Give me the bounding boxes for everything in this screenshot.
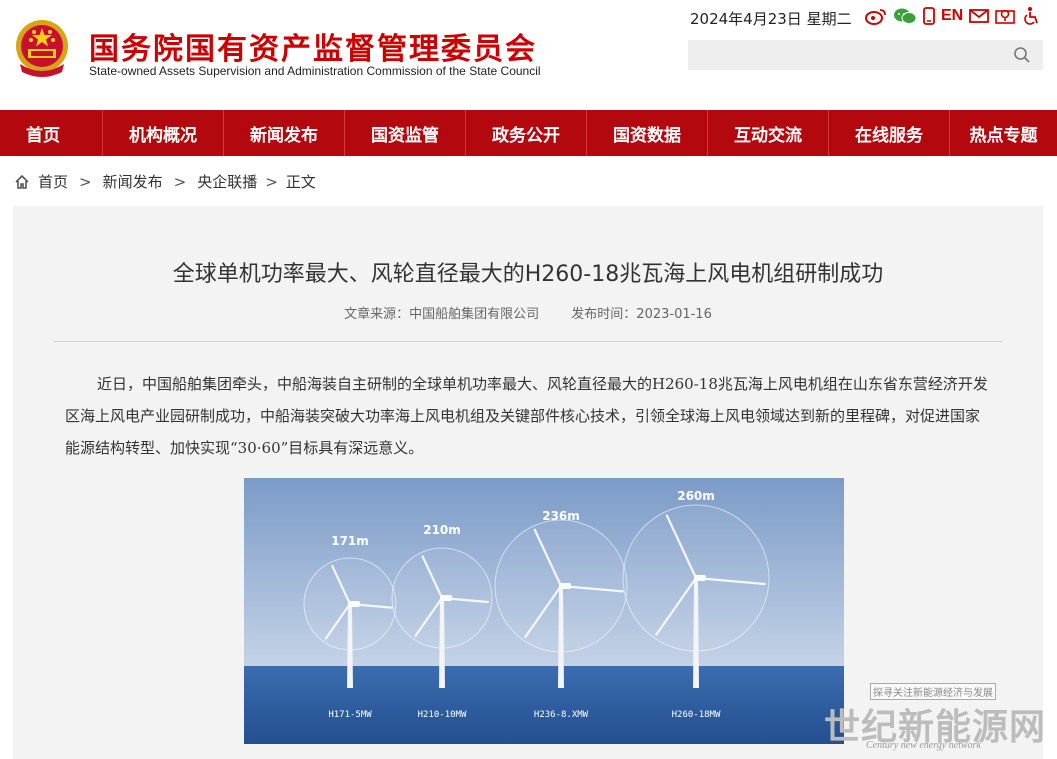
article-title: 全球单机功率最大、风轮直径最大的H260-18兆瓦海上风电机组研制成功 bbox=[172, 262, 884, 287]
turbine-tower bbox=[347, 604, 353, 688]
turbine-tower bbox=[693, 578, 699, 688]
site-name-cn[interactable]: 国务院国有资产监督管理委员会 bbox=[89, 24, 537, 68]
turbine-nacelle bbox=[348, 601, 360, 607]
current-date: 2024年4月23日 星期二 bbox=[690, 10, 852, 28]
breadcrumb: 首页 > 新闻发布 > 央企联播 > 正文 bbox=[14, 171, 316, 192]
turbine-tower bbox=[439, 598, 445, 688]
top-tool-icons: EN bbox=[865, 5, 1041, 27]
turbine-nacelle bbox=[440, 595, 452, 601]
breadcrumb-news[interactable]: 新闻发布 bbox=[103, 171, 163, 192]
accessibility-icon[interactable] bbox=[1021, 6, 1041, 26]
turbine-nacelle bbox=[694, 575, 706, 581]
nav-item-about[interactable]: 机构概况 bbox=[103, 110, 224, 156]
wechat-icon[interactable] bbox=[893, 7, 917, 25]
mail-icon[interactable] bbox=[969, 8, 990, 24]
nav-item-home[interactable]: 首页 bbox=[0, 110, 103, 156]
breadcrumb-current: 正文 bbox=[285, 173, 316, 191]
turbine-nacelle bbox=[559, 583, 571, 589]
article-source: 文章来源：中国船舶集团有限公司 bbox=[344, 307, 540, 322]
breadcrumb-separator: > bbox=[265, 172, 278, 191]
turbine-model-label: H210-10MW bbox=[418, 710, 467, 720]
nav-item-news[interactable]: 新闻发布 bbox=[224, 110, 345, 156]
breadcrumb-separator: > bbox=[79, 172, 92, 191]
search-box bbox=[688, 40, 1043, 70]
national-emblem-icon bbox=[16, 20, 68, 77]
article-meta: 文章来源：中国船舶集团有限公司 发布时间：2023-01-16 bbox=[13, 303, 1043, 322]
article-paragraph: 近日，中国船舶集团牵头，中船海装自主研制的全球单机功率最大、风轮直径最大的H26… bbox=[65, 375, 988, 457]
turbine-model-label: H171-5MW bbox=[328, 710, 372, 720]
breadcrumb-home[interactable]: 首页 bbox=[38, 171, 68, 192]
divider bbox=[54, 341, 1002, 342]
weibo-icon[interactable] bbox=[865, 7, 887, 25]
site-header: 国务院国有资产监督管理委员会 State-owned Assets Superv… bbox=[0, 0, 1057, 110]
mobile-icon[interactable] bbox=[923, 7, 935, 25]
english-link[interactable]: EN bbox=[941, 7, 963, 25]
search-icon[interactable] bbox=[1013, 46, 1031, 64]
main-nav: 首页 机构概况 新闻发布 国资监管 政务公开 国资数据 互动交流 在线服务 热点… bbox=[0, 110, 1057, 156]
breadcrumb-soe-news[interactable]: 央企联播 bbox=[197, 171, 257, 192]
location-icon[interactable] bbox=[995, 7, 1016, 25]
rotor-diameter-label: 210m bbox=[423, 523, 461, 537]
search-input[interactable] bbox=[688, 40, 1018, 70]
nav-item-interaction[interactable]: 互动交流 bbox=[708, 110, 829, 156]
article-panel: 全球单机功率最大、风轮直径最大的H260-18兆瓦海上风电机组研制成功 文章来源… bbox=[13, 206, 1043, 759]
rotor-diameter-label: 171m bbox=[331, 534, 369, 548]
turbine-tower bbox=[558, 586, 564, 688]
turbine-model-label: H260-18MW bbox=[672, 710, 721, 720]
breadcrumb-separator: > bbox=[173, 172, 187, 191]
turbine-model-label: H236-8.XMW bbox=[534, 710, 589, 720]
article-date: 发布时间：2023-01-16 bbox=[571, 307, 712, 322]
home-icon bbox=[15, 174, 29, 189]
site-name-en: State-owned Assets Supervision and Admin… bbox=[89, 64, 541, 78]
rotor-diameter-label: 260m bbox=[677, 489, 715, 503]
nav-item-data[interactable]: 国资数据 bbox=[587, 110, 708, 156]
rotor-diameter-label: 236m bbox=[542, 509, 580, 523]
nav-item-hot-topics[interactable]: 热点专题 bbox=[950, 110, 1057, 156]
turbine-comparison-image: 171m H171-5MW 210m H210-10MW 236m H236-8.XMW 2… bbox=[244, 478, 844, 744]
nav-item-online-service[interactable]: 在线服务 bbox=[829, 110, 950, 156]
nav-item-supervision[interactable]: 国资监管 bbox=[345, 110, 466, 156]
nav-item-government-affairs[interactable]: 政务公开 bbox=[466, 110, 587, 156]
